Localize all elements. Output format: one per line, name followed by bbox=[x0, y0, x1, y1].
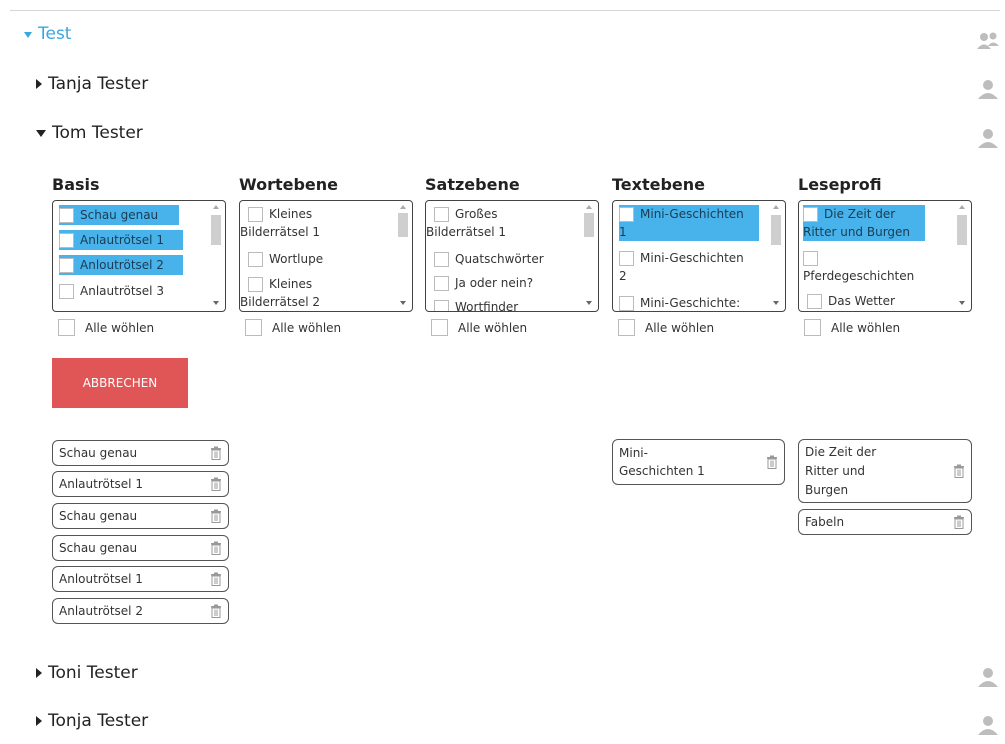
checkbox[interactable] bbox=[248, 207, 263, 222]
user-icon[interactable] bbox=[975, 76, 1001, 102]
category-title-leseprofi: Leseprofi bbox=[798, 175, 882, 194]
person-name: Tom Tester bbox=[52, 123, 143, 143]
selected-chip: Schau genau bbox=[52, 535, 229, 561]
checkbox[interactable] bbox=[619, 296, 634, 311]
selected-chip: Fabeln bbox=[798, 509, 972, 535]
chevron-right-icon bbox=[36, 79, 42, 89]
list-option[interactable]: Wortlupe bbox=[248, 249, 323, 269]
list-option[interactable]: Pferdegeschichten bbox=[803, 249, 943, 285]
checkbox[interactable] bbox=[248, 252, 263, 267]
checkbox[interactable] bbox=[619, 207, 634, 222]
trash-icon[interactable] bbox=[210, 604, 222, 618]
listbox-textebene[interactable]: Mini-Geschichten 1 Mini-Geschichten 2 Mini… bbox=[612, 200, 786, 312]
checkbox[interactable] bbox=[619, 251, 634, 266]
scrollbar[interactable] bbox=[209, 203, 223, 307]
list-option[interactable]: Kleines Bilderrätsel 2 bbox=[240, 275, 388, 311]
person-row-tom[interactable]: Tom Tester bbox=[36, 123, 143, 143]
selected-chip: Anlautrötsel 2 bbox=[52, 598, 229, 624]
top-divider bbox=[10, 10, 1000, 11]
list-option[interactable]: Großes Bilderrätsel 1 bbox=[426, 205, 574, 241]
listbox-basis[interactable]: Schau genau Anlautrötsel 1 Anloutrötsel … bbox=[52, 200, 226, 312]
scrollbar[interactable] bbox=[396, 203, 410, 307]
list-option[interactable]: Wortfinder bbox=[434, 297, 518, 311]
trash-icon[interactable] bbox=[953, 464, 965, 478]
select-all-satzebene[interactable]: Alle wöhlen bbox=[431, 319, 527, 336]
checkbox[interactable] bbox=[59, 284, 74, 299]
checkbox[interactable] bbox=[58, 319, 75, 336]
list-option[interactable]: Die Zeit der Ritter und Burgen bbox=[803, 205, 925, 241]
select-all-leseprofi[interactable]: Alle wöhlen bbox=[804, 319, 900, 336]
checkbox[interactable] bbox=[431, 319, 448, 336]
list-option[interactable]: Mini-Geschichte: bbox=[619, 293, 740, 311]
list-option[interactable]: Anlautrötsel 3 bbox=[59, 281, 164, 301]
list-option[interactable]: Anloutrötsel 2 bbox=[59, 255, 183, 275]
checkbox[interactable] bbox=[434, 207, 449, 222]
person-row-toni[interactable]: Toni Tester bbox=[36, 663, 138, 683]
selected-chip: Schau genau bbox=[52, 503, 229, 529]
listbox-leseprofi[interactable]: Die Zeit der Ritter und Burgen Pferdegesc… bbox=[798, 200, 972, 312]
checkbox[interactable] bbox=[248, 277, 263, 292]
category-title-basis: Basis bbox=[52, 175, 100, 194]
checkbox[interactable] bbox=[245, 319, 262, 336]
category-title-wortebene: Wortebene bbox=[239, 175, 339, 194]
checkbox[interactable] bbox=[804, 319, 821, 336]
scrollbar[interactable] bbox=[769, 203, 783, 307]
person-row-tanja[interactable]: Tanja Tester bbox=[36, 74, 148, 94]
selected-chip: Anlautrötsel 1 bbox=[52, 471, 229, 497]
checkbox[interactable] bbox=[59, 258, 74, 273]
trash-icon[interactable] bbox=[210, 572, 222, 586]
person-row-tonja[interactable]: Tonja Tester bbox=[36, 711, 148, 731]
list-option[interactable]: Mini-Geschichten 1 bbox=[619, 205, 759, 241]
person-name: Tonja Tester bbox=[48, 711, 149, 731]
checkbox[interactable] bbox=[803, 207, 818, 222]
trash-icon[interactable] bbox=[766, 455, 778, 469]
scrollbar[interactable] bbox=[582, 203, 596, 307]
group-users-icon[interactable] bbox=[975, 28, 1001, 54]
chevron-right-icon bbox=[36, 716, 42, 726]
list-option[interactable]: Quatschwörter bbox=[434, 249, 544, 269]
select-all-textebene[interactable]: Alle wöhlen bbox=[618, 319, 714, 336]
list-option[interactable]: Schau genau bbox=[59, 205, 179, 225]
checkbox[interactable] bbox=[59, 208, 74, 223]
user-icon[interactable] bbox=[975, 664, 1001, 690]
cancel-button[interactable]: ABBRECHEN bbox=[52, 358, 188, 408]
checkbox[interactable] bbox=[807, 294, 822, 309]
list-option[interactable]: Das Wetter bbox=[807, 291, 895, 311]
trash-icon[interactable] bbox=[210, 446, 222, 460]
user-icon[interactable] bbox=[975, 125, 1001, 151]
person-name: Toni Tester bbox=[48, 663, 138, 683]
category-title-satzebene: Satzebene bbox=[425, 175, 520, 194]
selected-chip: Mini- Geschichten 1 bbox=[612, 439, 785, 485]
chevron-down-icon bbox=[36, 129, 46, 137]
category-title-textebene: Textebene bbox=[612, 175, 706, 194]
trash-icon[interactable] bbox=[210, 509, 222, 523]
checkbox[interactable] bbox=[59, 233, 74, 248]
list-option[interactable]: Kleines Bilderrätsel 1 bbox=[240, 205, 388, 241]
group-name: Test bbox=[38, 24, 72, 44]
chevron-down-icon bbox=[24, 32, 32, 38]
select-all-wortebene[interactable]: Alle wöhlen bbox=[245, 319, 341, 336]
checkbox[interactable] bbox=[803, 251, 818, 266]
checkbox[interactable] bbox=[434, 252, 449, 267]
trash-icon[interactable] bbox=[953, 515, 965, 529]
trash-icon[interactable] bbox=[210, 477, 222, 491]
person-name: Tanja Tester bbox=[48, 74, 149, 94]
checkbox[interactable] bbox=[434, 276, 449, 291]
checkbox[interactable] bbox=[434, 300, 449, 311]
listbox-wortebene[interactable]: Kleines Bilderrätsel 1 Wortlupe Kleines Bi… bbox=[239, 200, 413, 312]
user-icon[interactable] bbox=[975, 712, 1001, 738]
select-all-basis[interactable]: Alle wöhlen bbox=[58, 319, 154, 336]
list-option[interactable]: Mini-Geschichten 2 bbox=[619, 249, 759, 285]
selected-chip: Die Zeit der Ritter und Burgen bbox=[798, 439, 972, 503]
scrollbar[interactable] bbox=[955, 203, 969, 307]
list-option[interactable]: Anlautrötsel 1 bbox=[59, 230, 183, 250]
group-header[interactable]: Test bbox=[24, 24, 71, 44]
selected-chip: Schau genau bbox=[52, 440, 229, 466]
checkbox[interactable] bbox=[618, 319, 635, 336]
list-option[interactable]: Ja oder nein? bbox=[434, 273, 533, 293]
listbox-satzebene[interactable]: Großes Bilderrätsel 1 Quatschwörter Ja od… bbox=[425, 200, 599, 312]
chevron-right-icon bbox=[36, 668, 42, 678]
selected-chip: Anloutrötsel 1 bbox=[52, 566, 229, 592]
trash-icon[interactable] bbox=[210, 541, 222, 555]
